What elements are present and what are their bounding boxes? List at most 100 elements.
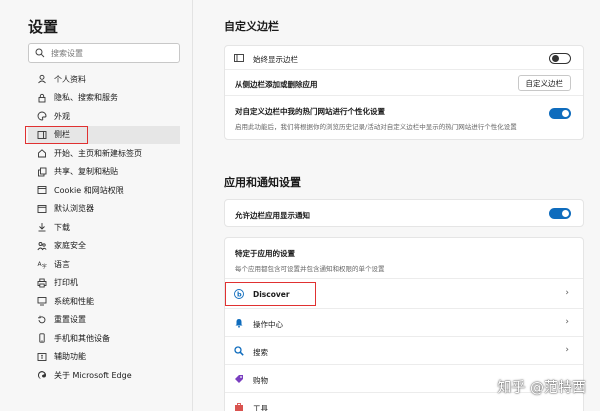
sidebar-item-reset[interactable]: 重置设置 xyxy=(28,311,180,330)
sidebar-item-label: 个人资料 xyxy=(54,74,86,84)
app-row-action-center[interactable]: 操作中心 › xyxy=(225,309,583,337)
sidebar-item-label: 家庭安全 xyxy=(54,241,86,251)
reset-icon xyxy=(36,314,47,325)
allow-notify-row: 允许边栏应用显示通知 xyxy=(225,200,583,228)
sidebar-item-label: 手机和其他设备 xyxy=(54,333,110,343)
chevron-right-icon: › xyxy=(565,317,569,327)
section-title-customize: 自定义边栏 xyxy=(224,20,279,33)
site-permissions-icon xyxy=(36,185,47,196)
accessibility-icon xyxy=(36,351,47,362)
phone-icon xyxy=(36,333,47,344)
download-icon xyxy=(36,222,47,233)
personalize-toggle[interactable] xyxy=(549,108,571,119)
svg-text:b: b xyxy=(237,291,242,299)
toolbox-icon xyxy=(235,403,243,411)
share-icon xyxy=(36,166,47,177)
notify-card: 允许边栏应用显示通知 xyxy=(224,199,584,227)
personalize-row: 对自定义边栏中我的热门网站进行个性化设置 启用此功能后，我们将根据你的浏览历史记… xyxy=(225,96,583,141)
lock-icon xyxy=(36,92,47,103)
sidebar-item-label: 隐私、搜索和服务 xyxy=(54,93,118,103)
home-icon xyxy=(36,148,47,159)
sidebar-item-printers[interactable]: 打印机 xyxy=(28,274,180,293)
sidebar-item-default-browser[interactable]: 默认浏览器 xyxy=(28,200,180,219)
sidebar-item-about[interactable]: 关于 Microsoft Edge xyxy=(28,366,180,385)
app-specific-header: 特定于应用的设置 每个应用都包含可设置并包含通知和权限的单个设置 xyxy=(225,238,583,279)
app-specific-title: 特定于应用的设置 xyxy=(235,249,295,258)
always-show-toggle[interactable] xyxy=(549,53,571,64)
add-remove-row: 从侧边栏添加或删除应用 自定义边栏 xyxy=(225,70,583,96)
sidebar-item-downloads[interactable]: 下载 xyxy=(28,218,180,237)
printer-icon xyxy=(36,277,47,288)
app-row-search[interactable]: 搜索 › xyxy=(225,337,583,365)
toggle-knob xyxy=(552,55,559,62)
app-label: 工具 xyxy=(253,404,268,411)
bell-icon xyxy=(235,319,243,328)
toggle-knob xyxy=(562,210,569,217)
sidebar-item-language[interactable]: A字 语言 xyxy=(28,255,180,274)
allow-notify-toggle[interactable] xyxy=(549,208,571,219)
customize-card: 始终显示边栏 从侧边栏添加或删除应用 自定义边栏 对自定义边栏中我的热门网站进行… xyxy=(224,45,584,140)
settings-nav: 个人资料 隐私、搜索和服务 外观 侧栏 开始、主页和新建标签页 共享、复制和粘贴… xyxy=(25,70,180,385)
sidebar-item-share[interactable]: 共享、复制和粘贴 xyxy=(28,163,180,182)
sidebar-item-label: 开始、主页和新建标签页 xyxy=(54,148,142,158)
discover-icon: b xyxy=(234,289,244,299)
sidebar-item-start-home[interactable]: 开始、主页和新建标签页 xyxy=(28,144,180,163)
sidebar-item-label: 默认浏览器 xyxy=(54,204,94,214)
sidebar-item-cookies[interactable]: Cookie 和网站权限 xyxy=(28,181,180,200)
sidebar-item-profile[interactable]: 个人资料 xyxy=(28,70,180,89)
sidebar-title: 设置 xyxy=(28,18,59,36)
sidebar-item-label: 关于 Microsoft Edge xyxy=(54,370,132,380)
settings-main: 自定义边栏 始终显示边栏 从侧边栏添加或删除应用 自定义边栏 对自定义边栏中我的… xyxy=(193,0,600,411)
sidebar-item-label: 重置设置 xyxy=(54,315,86,325)
search-input[interactable]: 搜索设置 xyxy=(28,43,180,63)
search-icon xyxy=(35,48,45,58)
app-label: Discover xyxy=(253,290,290,299)
always-show-label: 始终显示边栏 xyxy=(253,55,298,64)
search-placeholder: 搜索设置 xyxy=(51,48,83,58)
sidebar-item-label: 共享、复制和粘贴 xyxy=(54,167,118,177)
app-row-discover[interactable]: b Discover › xyxy=(225,279,583,309)
sidebar-item-accessibility[interactable]: 辅助功能 xyxy=(28,348,180,367)
chevron-right-icon: › xyxy=(565,288,569,298)
app-specific-description: 每个应用都包含可设置并包含通知和权限的单个设置 xyxy=(235,265,385,273)
sidebar-item-appearance[interactable]: 外观 xyxy=(28,107,180,126)
svg-text:字: 字 xyxy=(41,263,46,269)
sidebar-item-label: 打印机 xyxy=(54,278,78,288)
sidebar-item-label: Cookie 和网站权限 xyxy=(54,185,124,195)
sidebar-item-privacy[interactable]: 隐私、搜索和服务 xyxy=(28,89,180,108)
user-icon xyxy=(36,74,47,85)
sidebar-toggle-icon xyxy=(234,54,244,62)
browser-icon xyxy=(36,203,47,214)
allow-notify-label: 允许边栏应用显示通知 xyxy=(235,211,310,220)
edge-icon xyxy=(36,370,47,381)
palette-icon xyxy=(36,111,47,122)
highlight-box xyxy=(25,125,88,144)
system-icon xyxy=(36,296,47,307)
app-label: 操作中心 xyxy=(253,320,283,329)
sidebar-item-system[interactable]: 系统和性能 xyxy=(28,292,180,311)
toggle-knob xyxy=(562,110,569,117)
sidebar-item-family[interactable]: 家庭安全 xyxy=(28,237,180,256)
search-icon xyxy=(234,346,244,356)
sidebar-item-label: 系统和性能 xyxy=(54,296,94,306)
section-title-apps: 应用和通知设置 xyxy=(224,176,301,189)
sidebar-item-label: 外观 xyxy=(54,111,70,121)
chevron-right-icon: › xyxy=(565,345,569,355)
sidebar-item-sidebar[interactable]: 侧栏 xyxy=(25,125,180,144)
always-show-row: 始终显示边栏 xyxy=(225,46,583,70)
watermark: 知乎 @范特西 xyxy=(497,380,586,396)
sidebar-item-phone[interactable]: 手机和其他设备 xyxy=(28,329,180,348)
customize-sidebar-button[interactable]: 自定义边栏 xyxy=(517,75,571,91)
sidebar-item-label: 下载 xyxy=(54,222,70,232)
add-remove-label: 从侧边栏添加或删除应用 xyxy=(235,80,318,89)
app-label: 购物 xyxy=(253,376,268,385)
settings-sidebar: 设置 搜索设置 个人资料 隐私、搜索和服务 外观 侧栏 开始、主页和新建标签页 … xyxy=(0,0,193,411)
sidebar-item-label: 辅助功能 xyxy=(54,352,86,362)
language-icon: A字 xyxy=(36,259,47,270)
sidebar-item-label: 语言 xyxy=(54,259,70,269)
personalize-description: 启用此功能后，我们将根据你的浏览历史记录/活动对自定义边栏中显示的热门网站进行个… xyxy=(235,123,517,131)
family-icon xyxy=(36,240,47,251)
shopping-tag-icon xyxy=(235,375,243,383)
personalize-label: 对自定义边栏中我的热门网站进行个性化设置 xyxy=(235,107,385,116)
app-label: 搜索 xyxy=(253,348,268,357)
